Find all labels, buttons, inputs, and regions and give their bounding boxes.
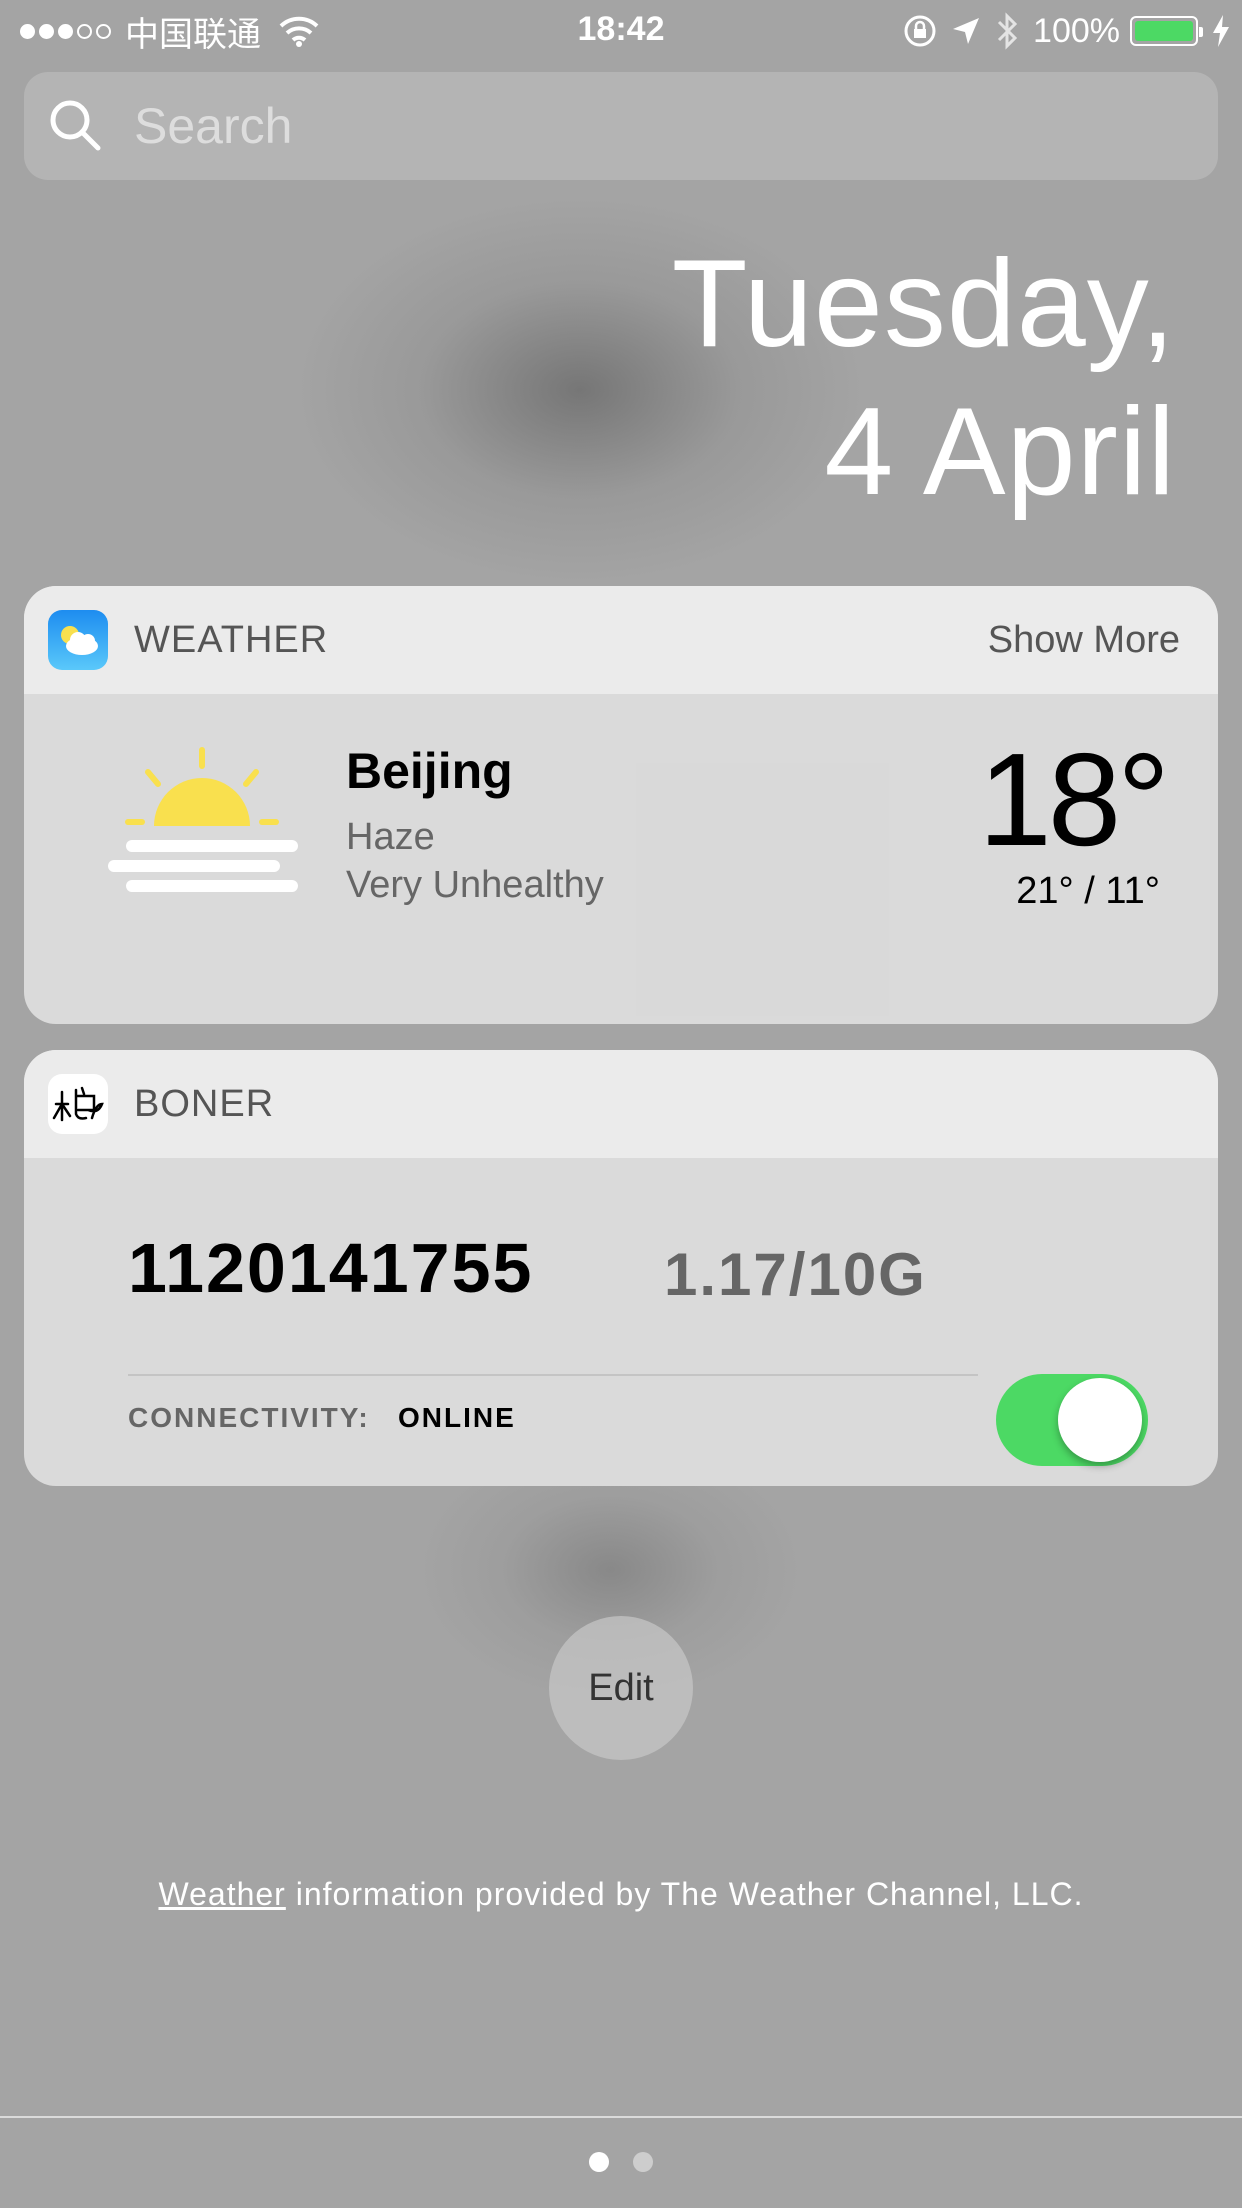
battery-percent: 100% (1033, 11, 1120, 50)
battery-fill (1135, 21, 1193, 41)
high-low-temperature: 21° / 11° (1016, 870, 1160, 912)
weather-widget-title: WEATHER (134, 618, 329, 661)
data-usage: 1.17/10G (664, 1241, 927, 1308)
search-icon (50, 100, 101, 151)
bluetooth-icon (997, 12, 1018, 50)
orientation-lock-icon (904, 15, 936, 47)
boner-app-icon (48, 1074, 108, 1134)
weather-attribution: Weather information provided by The Weat… (0, 1876, 1242, 1913)
date-weekday: Tuesday, (671, 235, 1176, 373)
bottom-divider (0, 2116, 1242, 2118)
weather-widget-header: WEATHER Show More (24, 586, 1218, 694)
page-dot (633, 2152, 653, 2172)
weather-city: Beijing (346, 743, 513, 799)
connectivity-toggle[interactable] (996, 1374, 1148, 1466)
search-bar[interactable]: Search (24, 72, 1218, 180)
boner-widget-body: 1120141755 1.17/10G CONNECTIVITY: ONLINE (24, 1158, 1218, 1486)
search-placeholder: Search (134, 98, 293, 154)
weather-attribution-text: information provided by The Weather Chan… (285, 1876, 1084, 1912)
status-bar: 中国联通 18:42 100% (0, 0, 1242, 62)
boner-widget-header: BONER (24, 1050, 1218, 1158)
air-quality: Very Unhealthy (346, 864, 604, 906)
battery-icon (1130, 16, 1203, 46)
boner-widget[interactable]: BONER 1120141755 1.17/10G CONNECTIVITY: … (24, 1050, 1218, 1486)
weather-widget[interactable]: WEATHER Show More Beijing Haze Very Unhe… (24, 586, 1218, 1024)
show-more-button[interactable]: Show More (988, 619, 1180, 662)
date-day-month: 4 April (824, 383, 1176, 521)
connectivity-label: CONNECTIVITY: (128, 1402, 370, 1433)
date-heading: Tuesday, 4 April (672, 230, 1176, 526)
boner-widget-title: BONER (134, 1082, 275, 1125)
toggle-knob (1058, 1378, 1142, 1462)
haze-sun-icon (108, 747, 298, 892)
account-id: 1120141755 (128, 1229, 534, 1307)
current-temperature: 18° (978, 726, 1170, 873)
edit-button[interactable]: Edit (549, 1616, 693, 1760)
battery-cap (1199, 27, 1203, 37)
weather-attribution-link[interactable]: Weather (158, 1876, 285, 1912)
status-bar-right: 100% (903, 10, 1230, 52)
page-indicator[interactable] (0, 2152, 1242, 2172)
weather-app-icon (48, 610, 108, 670)
page-dot-current (589, 2152, 609, 2172)
divider (128, 1374, 978, 1376)
charging-bolt-icon (1213, 15, 1229, 47)
weather-widget-body: Beijing Haze Very Unhealthy 18° 21° / 11… (24, 694, 1218, 1024)
weather-condition: Haze (346, 816, 435, 858)
location-arrow-icon (953, 18, 980, 44)
connectivity-status: ONLINE (398, 1402, 516, 1433)
